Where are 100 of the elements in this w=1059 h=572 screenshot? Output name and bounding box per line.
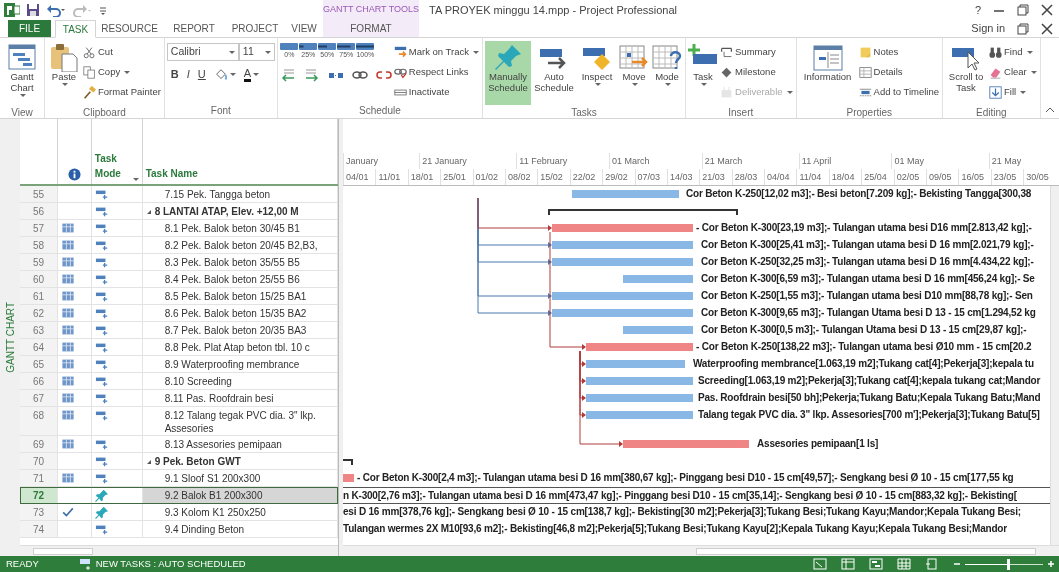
bar-label: n K-300[2,76 m3];- Tulangan utama besi D 16 mm[473,47 kg];- Pinggang besi D10 - 15 cm[35,14];- Sengkang besi Ø 10 - 15 cm[883,32 kg];- Bekisting[: [343, 490, 1017, 502]
horizontal-scrollbar[interactable]: [343, 545, 1059, 556]
ribbon-button[interactable]: Information: [798, 41, 857, 105]
ribbon-button[interactable]: Scroll to Task: [945, 41, 988, 105]
collapse-ribbon-icon[interactable]: [1045, 106, 1055, 114]
table-row[interactable]: 56 8 LANTAI ATAP, Elev. +12,00 M: [20, 203, 338, 220]
ribbon-button[interactable]: Gantt Chart: [2, 41, 42, 105]
ribbon-tab[interactable]: TASK: [55, 20, 96, 38]
ribbon-button[interactable]: Cut: [82, 43, 162, 62]
ribbon-button[interactable]: Auto Schedule: [532, 41, 576, 105]
table-row[interactable]: 61 8.5 Pek. Balok beton 15/25 BA1: [20, 288, 338, 305]
ribbon-button[interactable]: Task: [688, 41, 718, 105]
timescale-label: 21/03: [699, 169, 732, 185]
task-name: 9.2 Balok B1 200x300: [164, 490, 263, 501]
ribbon-button[interactable]: Copy: [82, 63, 162, 82]
ribbon-button[interactable]: Respect Links: [392, 63, 480, 82]
ribbon-tab[interactable]: RESOURCE: [96, 20, 163, 37]
format-button[interactable]: I: [182, 65, 194, 84]
undo-icon[interactable]: [46, 3, 66, 17]
vertical-scrollbar[interactable]: [1050, 186, 1059, 545]
ribbon-button[interactable]: Mode: [651, 41, 683, 105]
table-row[interactable]: 60 8.4 Pek. Balok beton 25/55 B6: [20, 271, 338, 288]
outdent-icon[interactable]: [279, 67, 296, 83]
ribbon-tab[interactable]: PROJECT: [225, 20, 285, 37]
table-row[interactable]: 59 8.3 Pek. Balok beton 35/55 B5: [20, 254, 338, 271]
ribbon-tab[interactable]: VIEW: [285, 20, 323, 37]
ribbon-button[interactable]: Notes: [857, 43, 941, 62]
resource-view-icon[interactable]: [925, 558, 939, 570]
table-row[interactable]: 57 8.1 Pek. Balok beton 30/45 B1: [20, 220, 338, 237]
ribbon-button[interactable]: Manually Schedule: [485, 41, 531, 105]
ribbon-button[interactable]: Fill: [988, 83, 1038, 102]
help-button[interactable]: ?: [974, 1, 981, 19]
table-row[interactable]: 66 8.10 Screeding: [20, 373, 338, 390]
format-button[interactable]: U: [193, 65, 210, 84]
ribbon-button[interactable]: Format Painter: [82, 83, 162, 102]
ribbon-button[interactable]: Inactivate: [392, 83, 480, 102]
slider-thumb[interactable]: [1006, 558, 1010, 570]
view-label[interactable]: GANTT CHART: [2, 302, 18, 373]
table-row[interactable]: 58 8.2 Pek. Balok beton 20/45 B2,B3,: [20, 237, 338, 254]
timeline-view-icon[interactable]: [813, 558, 827, 570]
table-row[interactable]: 65 8.9 Waterproofing membrance: [20, 356, 338, 373]
caret-icon: [132, 178, 139, 181]
zoom-in-icon[interactable]: [1047, 560, 1055, 568]
save-icon[interactable]: [26, 3, 40, 17]
window-title: TA PROYEK minggu 14.mpp - Project Professional: [428, 2, 678, 18]
sheet-view-icon[interactable]: [897, 558, 911, 570]
format-button[interactable]: B: [166, 65, 183, 84]
timescale-label: 11 April: [798, 153, 892, 169]
calendar-table-icon: [60, 324, 75, 336]
bar-label: Cor Beton K-300[9,65 m3];- Tulangan Utama besi D 13 - 15 cm[1.294,52 kg: [701, 307, 1036, 319]
table-row[interactable]: 68 8.12 Talang tegak PVC dia. 3" lkp. Assesories: [20, 407, 338, 436]
ribbon-button[interactable]: Find: [988, 43, 1038, 62]
ribbon-button[interactable]: Move: [618, 41, 650, 105]
ribbon-button[interactable]: Details: [857, 63, 941, 82]
table-row[interactable]: 71 9.1 Sloof S1 200x300: [20, 470, 338, 487]
collapse-toggle-icon[interactable]: [146, 460, 151, 465]
scissors-icon: [83, 46, 96, 59]
ribbon-button[interactable]: Inspect: [577, 41, 617, 105]
font-color-button[interactable]: A: [239, 65, 264, 84]
task-usage-view-icon[interactable]: [869, 558, 883, 570]
bar-label: Cor Beton K-300[0,5 m3];- Tulangan Utama besi D 13 - 15 cm[29,87 kg];-: [701, 324, 1027, 336]
bar-label: Cor Beton K-250[1,55 m3];- Tulangan utama besi D10 mm[88,78 kg];- Sen: [701, 290, 1033, 302]
ribbon-tab[interactable]: FILE: [8, 20, 51, 37]
ribbon-button[interactable]: Mark on Track: [392, 43, 480, 62]
close-icon[interactable]: [1041, 4, 1053, 16]
status-text[interactable]: NEW TASKS : AUTO SCHEDULED: [95, 556, 246, 572]
ribbon-tab[interactable]: FORMAT: [323, 20, 419, 37]
table-row[interactable]: 63 8.7 Pek. Balok beton 20/35 BA3: [20, 322, 338, 339]
table-row[interactable]: 64 8.8 Pek. Plat Atap beton tbl. 10 c: [20, 339, 338, 356]
sign-in-link[interactable]: Sign in: [971, 20, 1005, 37]
group-label: View: [10, 106, 34, 120]
font-name-field[interactable]: Calibri: [166, 43, 239, 61]
gantt-view-icon[interactable]: [841, 558, 855, 570]
horizontal-scrollbar[interactable]: [20, 545, 338, 556]
table-row[interactable]: 69 8.13 Assesories pemipaan: [20, 436, 338, 453]
ribbon-button[interactable]: Summary: [719, 43, 794, 62]
group-label: Editing: [975, 106, 1008, 120]
table-row[interactable]: 74 9.4 Dinding Beton: [20, 521, 338, 538]
zoom-out-icon[interactable]: [953, 560, 961, 568]
table-row[interactable]: 62 8.6 Pek. Balok beton 15/35 BA2: [20, 305, 338, 322]
restore-icon[interactable]: [1017, 22, 1029, 35]
close-icon[interactable]: [1041, 22, 1053, 35]
column-header[interactable]: Task Mode: [91, 119, 143, 184]
restore-icon[interactable]: [1017, 4, 1029, 16]
ribbon-button[interactable]: Clear: [988, 63, 1038, 82]
ribbon-button[interactable]: Add to Timeline: [857, 83, 941, 102]
font-size-field[interactable]: 11: [238, 43, 275, 61]
ribbon-button[interactable]: Paste: [47, 41, 81, 105]
window-icon: [811, 42, 844, 72]
ribbon-button[interactable]: Milestone: [719, 63, 794, 82]
caret-icon: [228, 50, 235, 54]
indent-icon[interactable]: [303, 67, 320, 83]
table-row[interactable]: 55 7.15 Pek. Tangga beton: [20, 186, 338, 203]
collapse-toggle-icon[interactable]: [146, 210, 151, 215]
table-row[interactable]: 67 8.11 Pas. Roofdrain besi: [20, 390, 338, 407]
table-row[interactable]: 70 9 Pek. Beton GWT: [20, 453, 338, 470]
ribbon-tab[interactable]: REPORT: [163, 20, 225, 37]
column-header[interactable]: Task Name: [142, 119, 338, 184]
calendar-table-icon: [60, 375, 75, 387]
table-row[interactable]: 73 9.3 Kolom K1 250x250: [20, 504, 338, 521]
